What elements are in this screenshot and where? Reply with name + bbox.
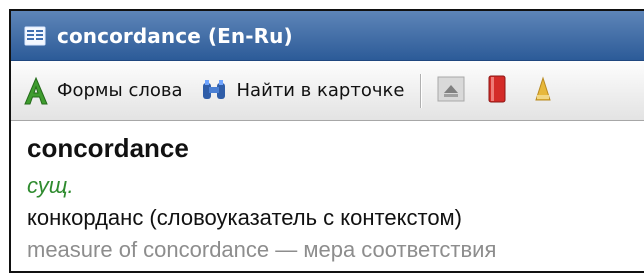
extra-button[interactable] (523, 71, 563, 111)
find-in-card-button[interactable]: Найти в карточке (191, 69, 413, 113)
toolbar: Формы слова Найти в карточке (11, 61, 644, 121)
letter-a-icon (23, 76, 49, 106)
toolbar-separator (420, 73, 422, 108)
headword: concordance (27, 133, 189, 163)
dictionary-card-window: concordance (En-Ru) Формы слова Найти в … (9, 9, 644, 273)
part-of-speech: сущ. (27, 173, 74, 198)
window-title: concordance (En-Ru) (57, 23, 293, 48)
example: measure of concordance — мера соответств… (27, 237, 497, 262)
book-button[interactable] (477, 71, 517, 111)
up-button[interactable] (431, 71, 471, 111)
dictionary-entry: concordance сущ. конкорданс (словоуказат… (11, 121, 644, 271)
up-arrow-icon (436, 75, 466, 107)
title-bar[interactable]: concordance (En-Ru) (11, 11, 644, 61)
translation: конкорданс (словоуказатель с контекстом) (27, 205, 463, 230)
yellow-icon (534, 74, 552, 108)
red-book-icon (485, 74, 509, 108)
find-in-card-label: Найти в карточке (236, 80, 405, 101)
word-forms-label: Формы слова (57, 80, 183, 101)
word-forms-button[interactable]: Формы слова (11, 69, 191, 113)
dictionary-card-icon (23, 24, 47, 48)
binoculars-icon (199, 79, 229, 103)
